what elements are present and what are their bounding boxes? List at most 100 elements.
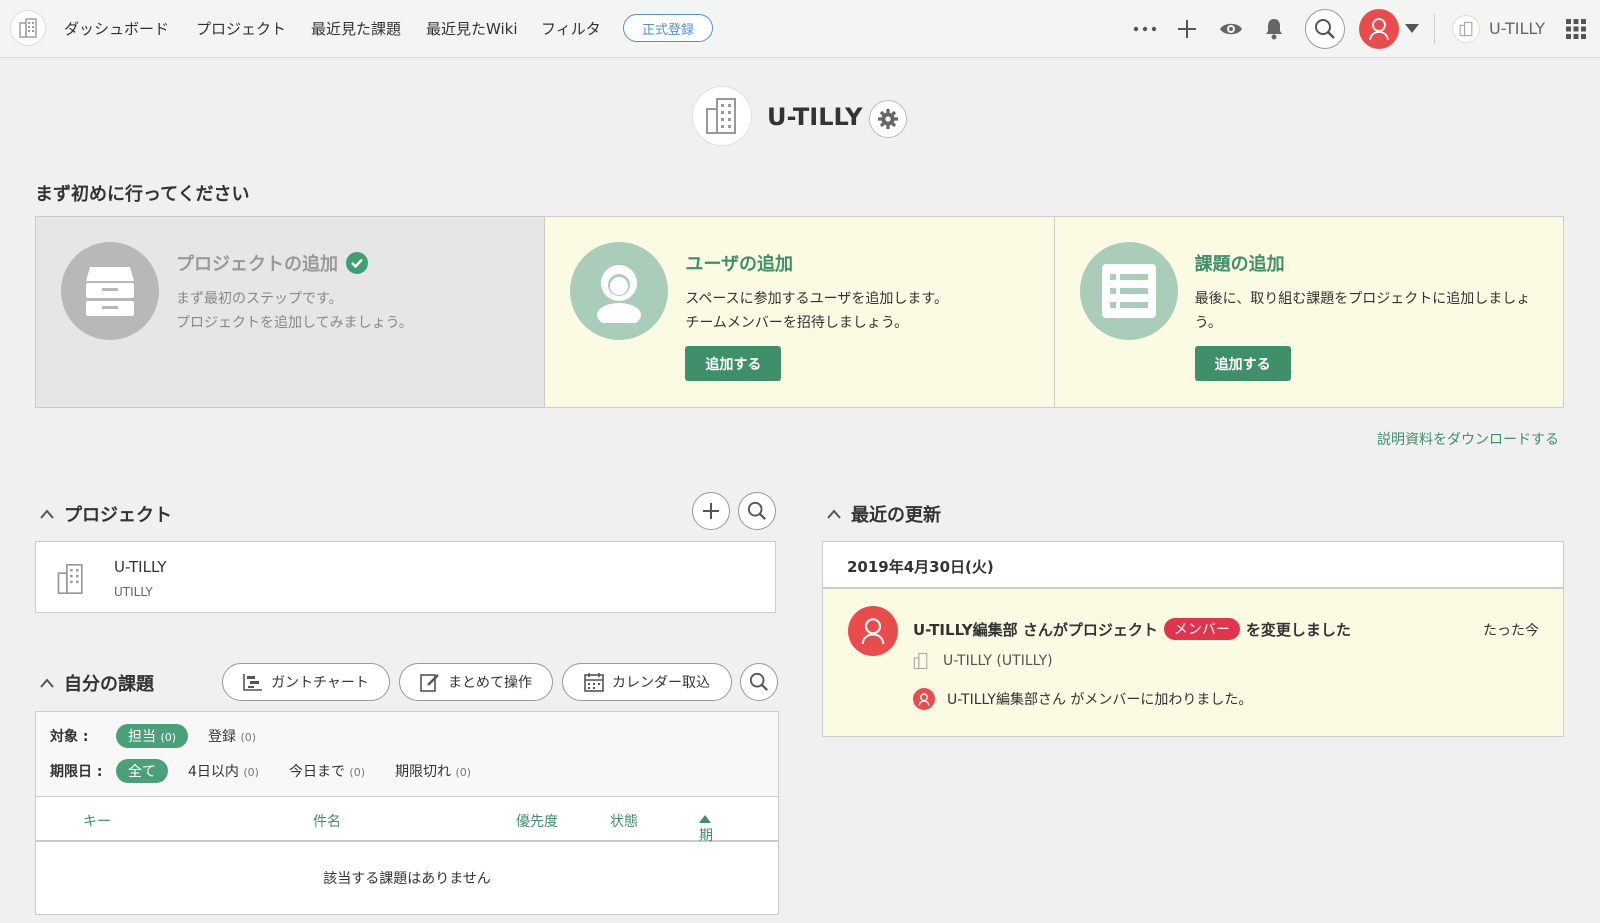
updates-heading[interactable]: 最近の更新 xyxy=(827,501,941,527)
gantt-chart-label: ガントチャート xyxy=(271,675,369,691)
divider xyxy=(1434,14,1435,44)
search-icon xyxy=(747,501,766,520)
space-icon[interactable] xyxy=(1452,15,1480,43)
update-project-name: U-TILLY (UTILLY) xyxy=(943,653,1053,669)
chevron-up-icon[interactable] xyxy=(827,507,841,521)
search-icon xyxy=(749,672,768,691)
update-detail-text: U-TILLY編集部さん がメンバーに加わりました。 xyxy=(947,692,1253,708)
update-date: 2019年4月30日(火) xyxy=(847,558,994,576)
card-title: 課題の追加 xyxy=(1194,254,1285,275)
gantt-chart-button[interactable]: ガントチャート xyxy=(222,663,390,701)
plus-icon[interactable] xyxy=(1172,14,1202,44)
space-logo-icon[interactable] xyxy=(10,10,46,46)
space-building-icon xyxy=(692,86,752,146)
filter-due-all[interactable]: 全て xyxy=(116,759,168,783)
add-project-button[interactable] xyxy=(692,492,730,530)
plus-icon xyxy=(703,503,719,519)
my-issues-heading[interactable]: 自分の課題 xyxy=(40,670,154,696)
gear-icon[interactable] xyxy=(869,100,907,138)
card-desc: スペースに参加するユーザを追加します。 xyxy=(685,291,948,307)
edit-icon xyxy=(420,674,439,692)
calendar-import-button[interactable]: カレンダー取込 xyxy=(562,663,732,701)
filter-due-row: 期限日 : 全て 4日以内 (0) 今日まで (0) 期限切れ (0) xyxy=(50,759,501,783)
card-title: プロジェクトの追加 xyxy=(176,254,338,275)
avatar[interactable] xyxy=(848,606,898,656)
nav-recent-issues[interactable]: 最近見た課題 xyxy=(311,18,401,39)
search-icon[interactable] xyxy=(1305,9,1345,49)
update-summary: U-TILLY編集部 さんがプロジェクト メンバー を変更しました xyxy=(913,618,1351,640)
member-badge: メンバー xyxy=(1163,618,1240,640)
cabinet-icon xyxy=(61,242,159,340)
space-name[interactable]: U-TILLY xyxy=(1489,19,1545,38)
update-detail: U-TILLY編集部さん がメンバーに加わりました。 xyxy=(913,688,1252,710)
project-key: UTILLY xyxy=(114,585,153,599)
calendar-icon xyxy=(584,673,604,692)
projects-heading[interactable]: プロジェクト xyxy=(40,501,172,527)
filter-assigned[interactable]: 担当 (0) xyxy=(116,724,189,748)
filter-due-label: 期限日 : xyxy=(50,764,103,780)
calendar-import-label: カレンダー取込 xyxy=(612,675,710,691)
filter-target-label: 対象 : xyxy=(50,729,89,745)
updates-heading-label: 最近の更新 xyxy=(851,505,941,526)
card-desc: まず最初のステップです。 xyxy=(176,291,343,307)
bell-icon[interactable] xyxy=(1259,14,1289,44)
bulk-edit-button[interactable]: まとめて操作 xyxy=(399,663,553,701)
nav-recent-wiki[interactable]: 最近見たWiki xyxy=(426,18,518,39)
filter-due-today[interactable]: 今日まで (0) xyxy=(289,761,365,781)
update-actor[interactable]: U-TILLY編集部 さんがプロジェクト xyxy=(913,619,1158,640)
table-header: キー 件名 優先度 状態 期限日 xyxy=(36,796,778,884)
update-project[interactable]: U-TILLY (UTILLY) xyxy=(913,652,1053,670)
add-issue-button[interactable]: 追加する xyxy=(1194,346,1291,381)
filter-registered[interactable]: 登録 (0) xyxy=(208,726,256,746)
nav-filter[interactable]: フィルタ xyxy=(541,18,601,39)
column-key[interactable]: キー xyxy=(83,811,111,831)
column-status[interactable]: 状態 xyxy=(610,811,638,831)
column-priority[interactable]: 優先度 xyxy=(516,811,558,831)
column-due[interactable]: 期限日 xyxy=(699,811,713,884)
onboarding-heading: まず初めに行ってください xyxy=(35,184,250,205)
filter-due-overdue[interactable]: 期限切れ (0) xyxy=(395,761,471,781)
check-icon xyxy=(346,252,368,274)
top-navigation: ダッシュボード プロジェクト 最近見た課題 最近見たWiki フィルタ 正式登録… xyxy=(0,0,1600,58)
column-subject[interactable]: 件名 xyxy=(313,811,341,831)
my-issues-table: 対象 : 担当 (0) 登録 (0) 期限日 : 全て 4日以内 (0) 今日ま… xyxy=(35,711,779,915)
more-icon[interactable] xyxy=(1130,14,1160,44)
list-icon xyxy=(1079,242,1178,340)
eye-icon[interactable] xyxy=(1216,14,1246,44)
card-title: ユーザの追加 xyxy=(685,254,793,275)
nav-dashboard[interactable]: ダッシュボード xyxy=(64,18,169,39)
update-action: を変更しました xyxy=(1245,620,1351,639)
onboarding-cards: プロジェクトの追加 まず最初のステップです。 プロジェクトを追加してみましょう。 … xyxy=(35,216,1564,408)
project-name[interactable]: U-TILLY xyxy=(114,558,167,576)
sort-up-icon xyxy=(699,815,711,823)
register-button[interactable]: 正式登録 xyxy=(623,14,713,42)
grid-icon[interactable] xyxy=(1566,19,1586,39)
avatar xyxy=(913,688,935,710)
card-add-issue: 課題の追加 最後に、取り組む課題をプロジェクトに追加しましょう。 追加する xyxy=(1054,217,1563,407)
page-title: U-TILLY xyxy=(767,103,863,131)
table-body: 該当する課題はありません xyxy=(36,842,778,914)
user-avatar[interactable] xyxy=(1359,9,1399,49)
filter-target-row: 対象 : 担当 (0) 登録 (0) xyxy=(50,724,286,748)
add-user-button[interactable]: 追加する xyxy=(685,346,782,381)
my-issues-heading-label: 自分の課題 xyxy=(64,674,154,695)
building-icon xyxy=(913,652,928,670)
nav-projects[interactable]: プロジェクト xyxy=(196,18,286,39)
chevron-up-icon[interactable] xyxy=(40,676,54,690)
projects-heading-label: プロジェクト xyxy=(64,505,172,526)
gantt-icon xyxy=(243,674,263,691)
search-issues-button[interactable] xyxy=(740,663,778,701)
search-projects-button[interactable] xyxy=(738,492,776,530)
update-time: たった今 xyxy=(1483,623,1539,639)
card-desc: プロジェクトを追加してみましょう。 xyxy=(176,315,413,331)
update-entry: U-TILLY編集部 さんがプロジェクト メンバー を変更しました たった今 U… xyxy=(822,589,1564,737)
card-desc: チームメンバーを招待しましょう。 xyxy=(685,315,909,331)
download-guide-link[interactable]: 説明資料をダウンロードする xyxy=(1377,429,1559,449)
chevron-down-icon[interactable] xyxy=(1405,24,1419,33)
user-icon xyxy=(570,242,669,340)
project-building-icon xyxy=(57,564,83,594)
project-list-item[interactable]: U-TILLY UTILLY xyxy=(35,541,776,613)
chevron-up-icon[interactable] xyxy=(40,507,54,521)
card-add-user: ユーザの追加 スペースに参加するユーザを追加します。 チームメンバーを招待しましょ… xyxy=(545,217,1055,407)
filter-due-4days[interactable]: 4日以内 (0) xyxy=(188,761,259,781)
